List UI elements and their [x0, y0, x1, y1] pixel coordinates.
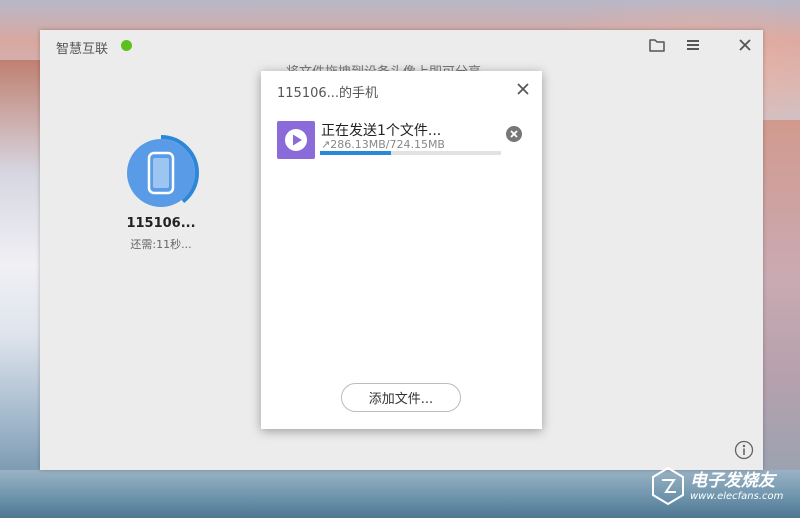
add-file-button[interactable]: 添加文件...: [341, 383, 461, 412]
transfer-status: 正在发送1个文件...: [321, 123, 442, 139]
device-name: 115106...: [126, 216, 196, 231]
menu-icon[interactable]: [684, 36, 702, 54]
elecfans-logo-icon: [652, 466, 684, 506]
transfer-progress-fill: [320, 151, 392, 155]
close-icon[interactable]: [736, 36, 754, 54]
transfer-size: ↗286.13MB/724.15MB: [321, 138, 445, 151]
watermark-url: www.elecfans.com: [690, 491, 784, 502]
transfer-dialog: 115106...的手机 正在发送1个文件... ↗286.13MB/724.1…: [261, 71, 542, 429]
dialog-close-icon[interactable]: [516, 82, 530, 96]
app-title: 智慧互联: [56, 42, 109, 57]
connection-status-dot: [121, 40, 132, 51]
info-icon[interactable]: [734, 440, 754, 460]
device-avatar[interactable]: [122, 134, 200, 212]
time-remaining: 还需:11秒...: [130, 238, 192, 251]
watermark-title: 电子发烧友: [690, 471, 775, 491]
desktop-wallpaper-right: [762, 120, 800, 518]
file-type-icon: [277, 121, 315, 159]
dialog-title: 115106...的手机: [277, 86, 379, 101]
play-icon: [285, 129, 307, 151]
watermark-logo: 电子发烧友 www.elecfans.com: [650, 464, 795, 510]
desktop-wallpaper-left: [0, 60, 40, 518]
cancel-transfer-icon[interactable]: [505, 125, 523, 143]
transfer-progress-bar: [320, 151, 501, 155]
folder-icon[interactable]: [648, 36, 666, 54]
